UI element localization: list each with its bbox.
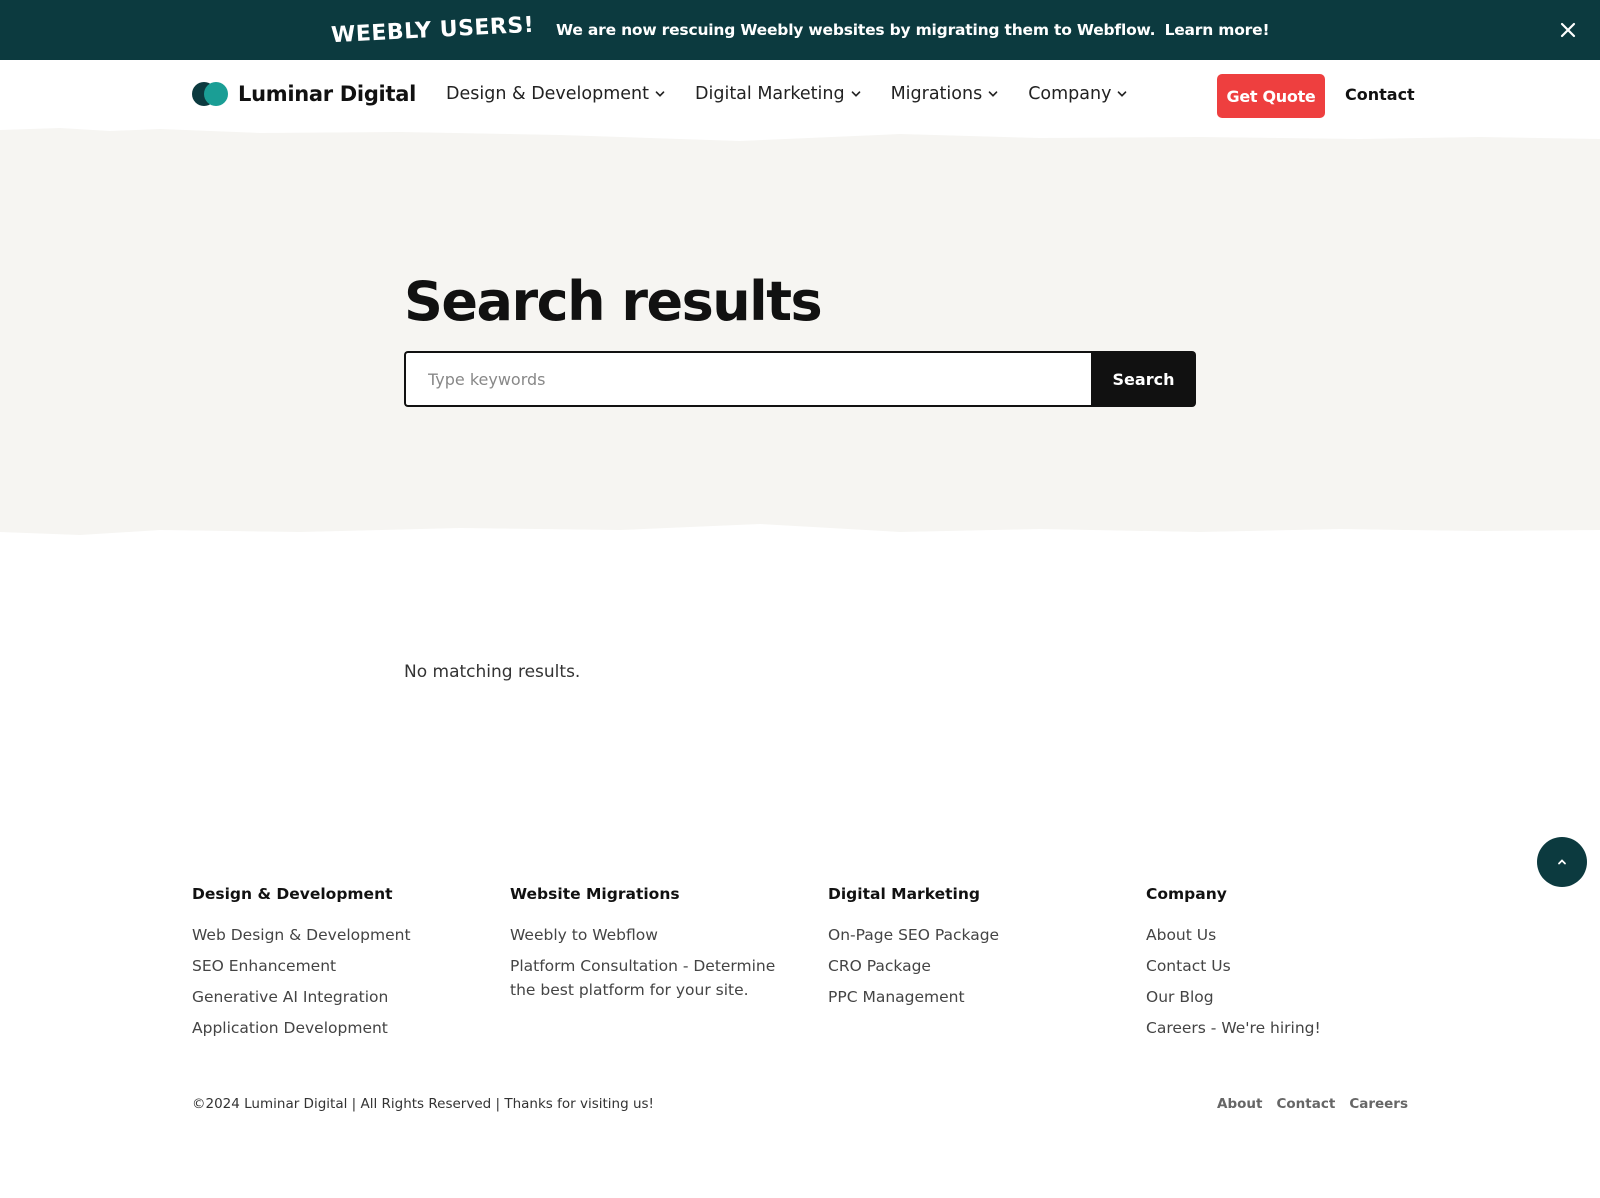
chevron-up-icon	[1558, 859, 1566, 865]
nav-item-company[interactable]: Company	[1028, 84, 1127, 104]
nav-contact-link[interactable]: Contact	[1345, 85, 1415, 104]
footer-contact-link[interactable]: Contact	[1277, 1096, 1336, 1112]
banner-message: We are now rescuing Weebly websites by m…	[556, 21, 1156, 39]
footer-about-link[interactable]: About	[1217, 1096, 1262, 1112]
footer-link[interactable]: Web Design & Development	[192, 923, 482, 947]
back-to-top-button[interactable]	[1537, 837, 1587, 887]
footer-column-title: Company	[1146, 885, 1227, 903]
footer-link[interactable]: CRO Package	[828, 954, 1118, 978]
chevron-down-icon	[1118, 91, 1127, 97]
nav-item-migrations[interactable]: Migrations	[891, 84, 999, 104]
search-button[interactable]: Search	[1091, 351, 1196, 407]
chevron-down-icon	[988, 91, 998, 97]
footer-column-digital-marketing: Digital Marketing On-Page SEO Package CR…	[828, 885, 1118, 1016]
footer-link[interactable]: SEO Enhancement	[192, 954, 482, 978]
footer-column-company: Company About Us Contact Us Our Blog Car…	[1146, 885, 1436, 1047]
no-results-message: No matching results.	[404, 662, 581, 682]
banner-learn-more-link[interactable]: Learn more!	[1165, 21, 1270, 39]
hero-background	[0, 128, 1600, 535]
search-input[interactable]	[404, 351, 1091, 407]
search-form: Search	[404, 351, 1196, 407]
chevron-down-icon	[851, 91, 860, 97]
footer-bottom-links: About Contact Careers	[1217, 1096, 1408, 1112]
copyright-text: ©2024 Luminar Digital | All Rights Reser…	[192, 1096, 654, 1112]
close-icon[interactable]	[1556, 18, 1580, 42]
nav-item-label: Company	[1028, 84, 1112, 104]
banner-badge: WEEBLY USERS!	[330, 12, 535, 48]
footer-bottom: ©2024 Luminar Digital | All Rights Reser…	[192, 1096, 1408, 1116]
banner-content: WEEBLY USERS! We are now rescuing Weebly…	[330, 12, 1269, 48]
nav-item-design-development[interactable]: Design & Development	[446, 84, 665, 104]
logo-icon	[192, 82, 228, 106]
footer-column-title: Design & Development	[192, 885, 393, 903]
nav-item-digital-marketing[interactable]: Digital Marketing	[695, 84, 861, 104]
footer-link[interactable]: Generative AI Integration	[192, 985, 482, 1009]
footer-column-website-migrations: Website Migrations Weebly to Webflow Pla…	[510, 885, 780, 1009]
footer-link[interactable]: PPC Management	[828, 985, 1118, 1009]
get-quote-button[interactable]: Get Quote	[1217, 74, 1325, 118]
footer-careers-link[interactable]: Careers	[1349, 1096, 1408, 1112]
footer-column-design-development: Design & Development Web Design & Develo…	[192, 885, 482, 1047]
footer-link[interactable]: About Us	[1146, 923, 1436, 947]
footer-link[interactable]: Our Blog	[1146, 985, 1436, 1009]
footer-link[interactable]: Application Development	[192, 1016, 482, 1040]
logo-link[interactable]: Luminar Digital	[192, 82, 416, 106]
footer-link[interactable]: Weebly to Webflow	[510, 923, 780, 947]
nav-item-label: Design & Development	[446, 84, 650, 104]
footer-column-title: Website Migrations	[510, 885, 680, 903]
banner-text: We are now rescuing Weebly websites by m…	[556, 21, 1269, 39]
search-hero: Search results Search	[0, 120, 1600, 560]
logo-text: Luminar Digital	[238, 82, 416, 106]
nav-item-label: Migrations	[890, 84, 983, 104]
footer-link[interactable]: On-Page SEO Package	[828, 923, 1118, 947]
chevron-down-icon	[655, 91, 665, 97]
announcement-banner: WEEBLY USERS! We are now rescuing Weebly…	[0, 0, 1600, 60]
nav-item-label: Digital Marketing	[695, 84, 845, 104]
footer-link[interactable]: Platform Consultation - Determine the be…	[510, 954, 780, 1002]
footer-link[interactable]: Careers - We're hiring!	[1146, 1016, 1436, 1040]
nav-menu: Design & Development Digital Marketing M…	[446, 84, 1127, 104]
footer-link[interactable]: Contact Us	[1146, 954, 1436, 978]
footer-column-title: Digital Marketing	[828, 885, 980, 903]
page-title: Search results	[404, 270, 823, 333]
